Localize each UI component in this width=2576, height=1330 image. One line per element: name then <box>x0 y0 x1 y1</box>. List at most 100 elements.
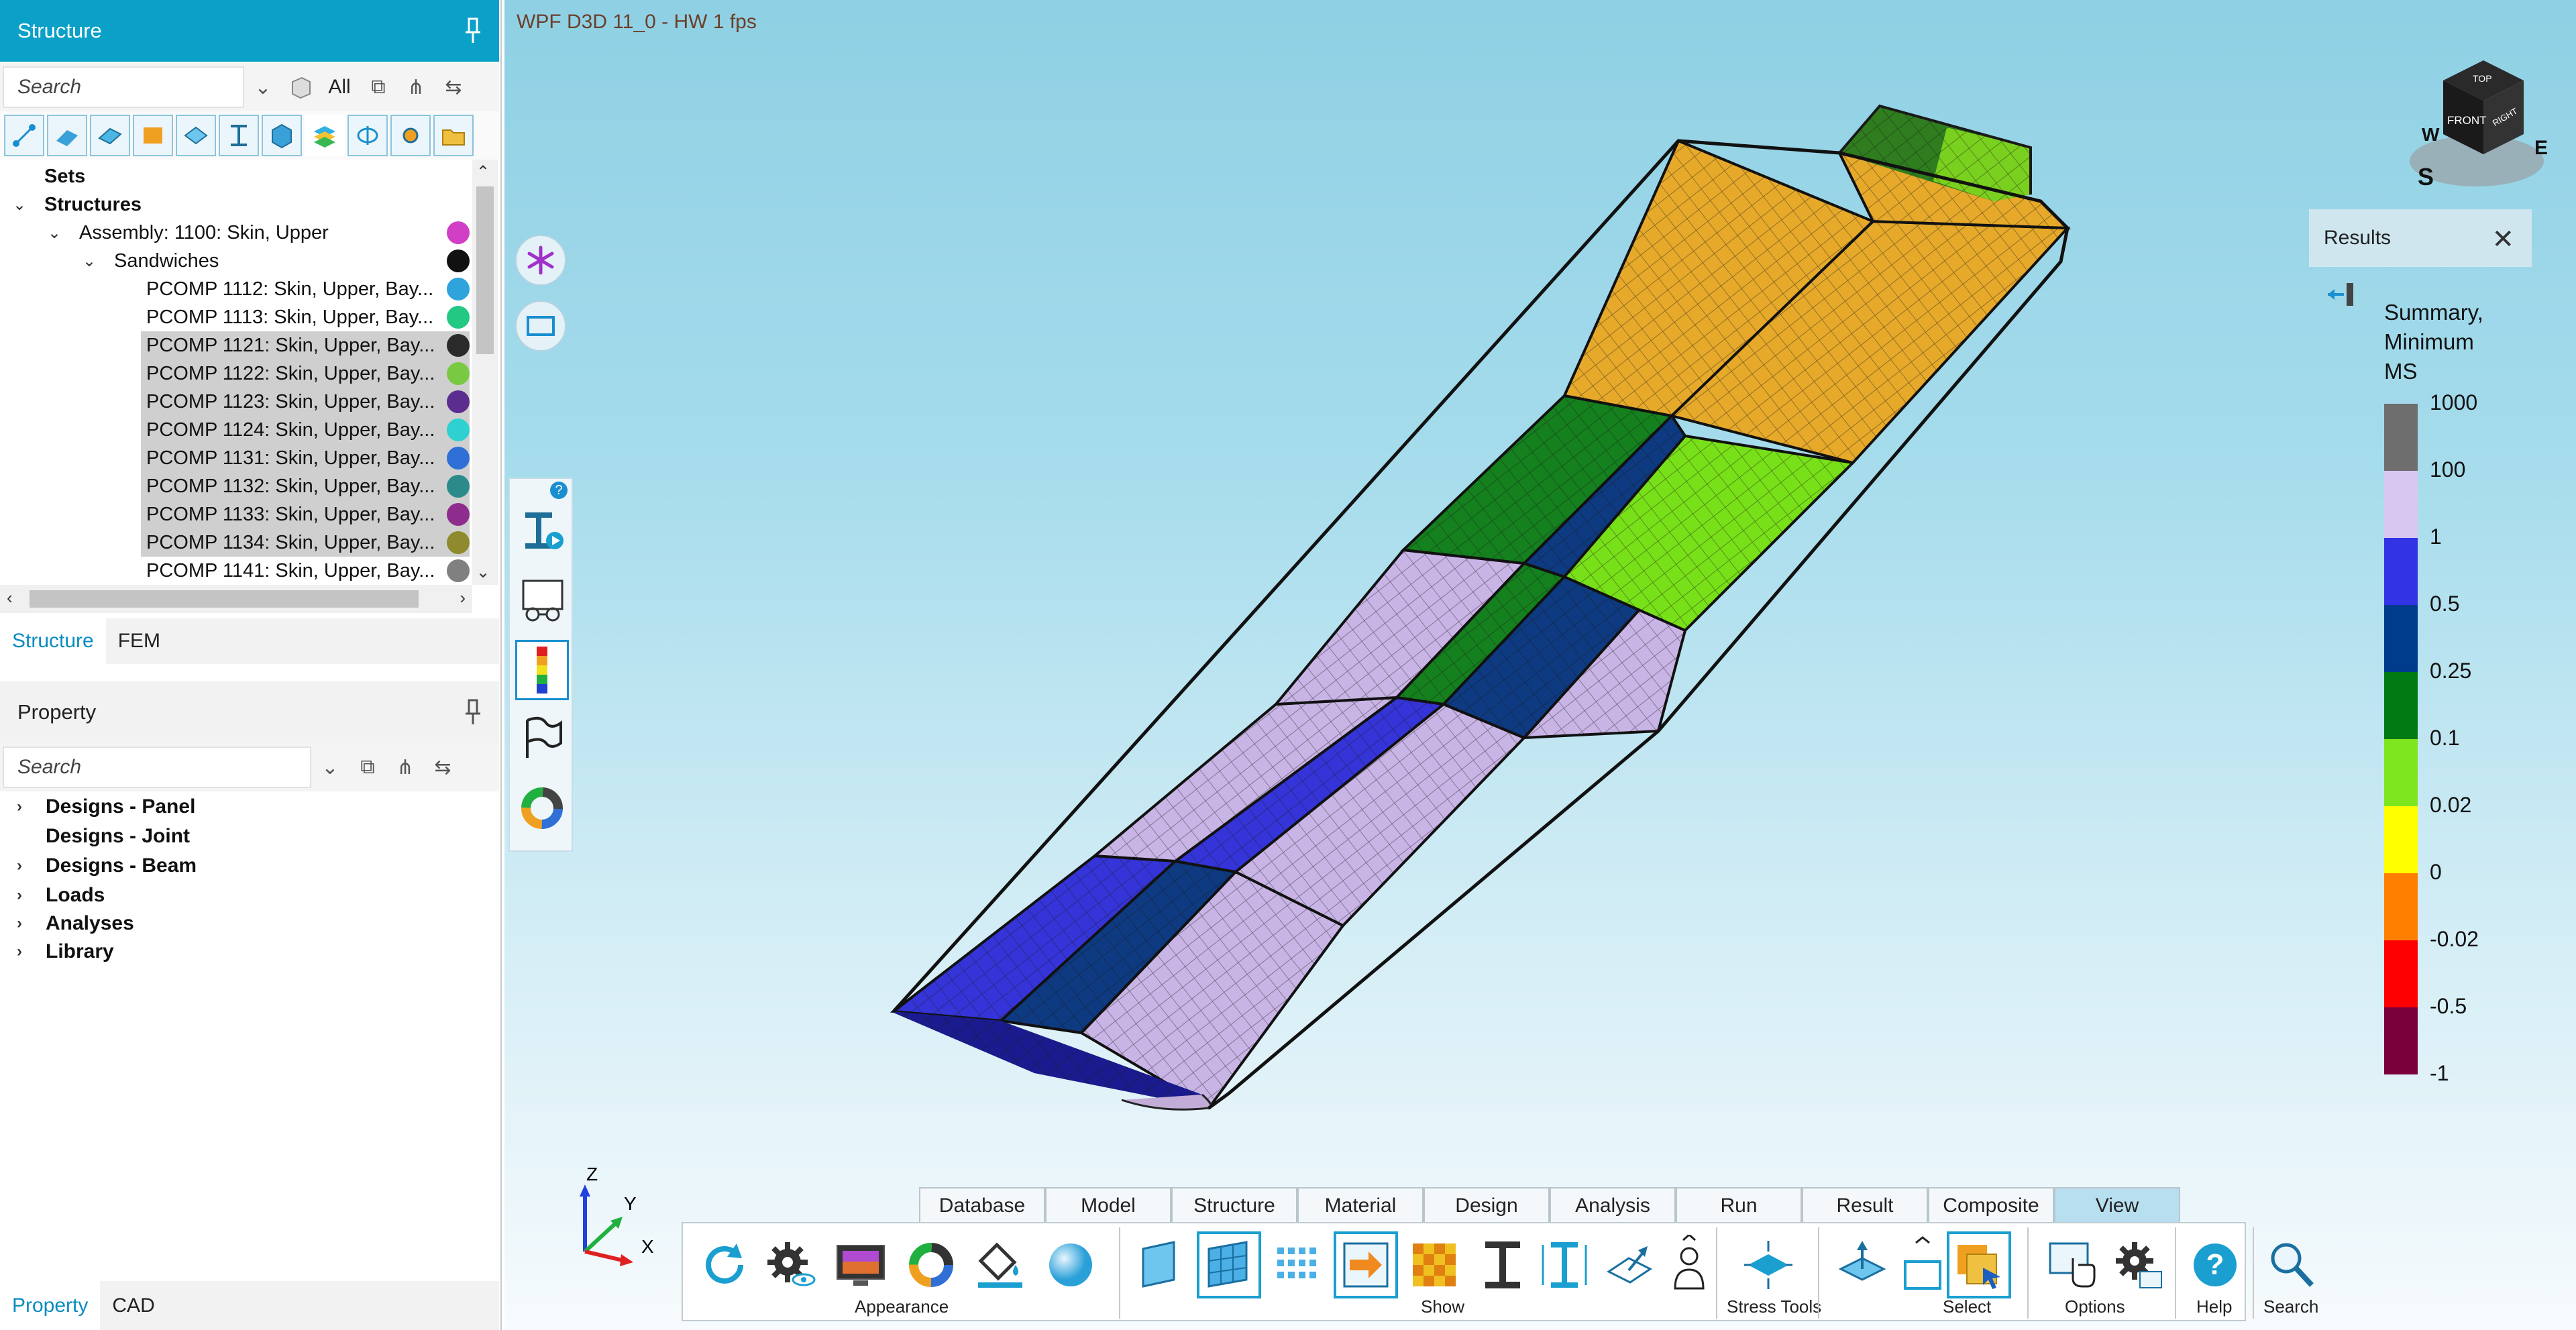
expand-panel-icon[interactable] <box>2325 280 2356 309</box>
collapse-all-icon[interactable]: ⧉ <box>349 746 386 788</box>
tree-node-designs-beam[interactable]: › Designs - Beam <box>9 852 197 880</box>
tree-node-loads[interactable]: › Loads <box>9 881 105 909</box>
sphere-icon[interactable] <box>1038 1231 1103 1298</box>
structure-search-input[interactable]: Search <box>3 66 244 108</box>
vertical-scrollbar[interactable]: ⌃ ⌄ <box>472 160 498 585</box>
tree-node-sets[interactable]: Sets <box>19 162 488 190</box>
tab-material[interactable]: Material <box>1297 1187 1424 1223</box>
list-item[interactable]: PCOMP 1122: Skin, Upper, Bay... <box>141 359 470 388</box>
stress-tools-icon[interactable] <box>1736 1231 1801 1298</box>
show-loads-arrow-icon[interactable] <box>1334 1231 1398 1298</box>
chevron-down-icon[interactable]: ⌄ <box>79 252 99 271</box>
tree-node-library[interactable]: › Library <box>9 938 114 966</box>
options-gear-icon[interactable] <box>2105 1231 2169 1298</box>
show-beam-dims-icon[interactable] <box>1532 1231 1597 1298</box>
list-item[interactable]: PCOMP 1121: Skin, Upper, Bay... <box>141 331 470 359</box>
star-snap-button[interactable] <box>515 235 566 286</box>
pin-icon[interactable] <box>464 17 482 44</box>
paint-bucket-icon[interactable] <box>969 1231 1033 1298</box>
tab-run[interactable]: Run <box>1676 1187 1802 1223</box>
layers-icon[interactable] <box>305 115 345 156</box>
solid-icon[interactable] <box>262 115 302 156</box>
contour-legend-icon[interactable] <box>515 640 569 700</box>
tab-structure[interactable]: Structure <box>1171 1187 1297 1223</box>
select-box-icon[interactable] <box>1890 1231 1955 1298</box>
chevron-down-icon[interactable]: ⌄ <box>244 66 282 108</box>
i-beam-icon[interactable] <box>219 115 259 156</box>
refresh-icon[interactable] <box>692 1231 757 1298</box>
pin-icon[interactable] <box>464 699 482 726</box>
show-checker-icon[interactable] <box>1402 1231 1466 1298</box>
beam-icon[interactable] <box>133 115 173 156</box>
show-plane-arrow-icon[interactable] <box>1597 1231 1661 1298</box>
property-search-input[interactable]: Search <box>3 746 311 788</box>
nodes-icon[interactable] <box>4 115 44 156</box>
display-settings-icon[interactable] <box>829 1231 894 1298</box>
tree-node-designs-joint[interactable]: Designs - Joint <box>9 822 190 850</box>
gear-node-icon[interactable] <box>390 115 431 156</box>
list-item[interactable]: PCOMP 1113: Skin, Upper, Bay... <box>141 303 470 331</box>
show-mesh-icon[interactable] <box>1197 1231 1261 1298</box>
options-touch-icon[interactable] <box>2041 1231 2105 1298</box>
tab-result[interactable]: Result <box>1802 1187 1928 1223</box>
horizontal-scrollbar[interactable]: ‹ › <box>0 585 472 613</box>
monitor-glasses-icon[interactable] <box>515 570 569 630</box>
show-surface-icon[interactable] <box>1128 1231 1193 1298</box>
select-cursor-icon[interactable] <box>1947 1231 2011 1298</box>
tab-property[interactable]: Property <box>0 1281 101 1330</box>
wing-model[interactable] <box>504 0 2576 1330</box>
search-icon[interactable] <box>2259 1231 2324 1298</box>
donut-chart-icon[interactable] <box>515 778 569 838</box>
show-beam-icon[interactable] <box>1470 1231 1535 1298</box>
list-item[interactable]: PCOMP 1131: Skin, Upper, Bay... <box>141 444 470 472</box>
chevron-down-icon[interactable]: ⌄ <box>9 195 30 215</box>
collapse-all-icon[interactable]: ⧉ <box>360 66 397 108</box>
tree-node-assembly[interactable]: ⌄ Assembly: 1100: Skin, Upper <box>44 219 470 247</box>
tab-design[interactable]: Design <box>1424 1187 1550 1223</box>
3d-viewport[interactable]: WPF D3D 11_0 - HW 1 fps ? TOP FRONT RIGH… <box>504 0 2576 1330</box>
beam-play-icon[interactable] <box>515 502 569 562</box>
filter-all-button[interactable]: All <box>319 66 360 108</box>
show-nodes-icon[interactable] <box>1265 1231 1330 1298</box>
list-item[interactable]: PCOMP 1132: Skin, Upper, Bay... <box>141 472 470 500</box>
hierarchy-icon[interactable]: ⋔ <box>397 66 435 108</box>
chevron-down-icon[interactable]: ⌄ <box>311 746 349 788</box>
list-item[interactable]: PCOMP 1134: Skin, Upper, Bay... <box>141 529 470 557</box>
panel-icon[interactable] <box>47 115 87 156</box>
help-small-icon[interactable]: ? <box>550 482 568 499</box>
tab-analysis[interactable]: Analysis <box>1550 1187 1676 1223</box>
cube-filter-icon[interactable] <box>282 66 319 108</box>
close-icon[interactable]: ✕ <box>2491 224 2514 255</box>
tab-structure[interactable]: Structure <box>0 618 106 664</box>
gear-eye-icon[interactable] <box>759 1231 824 1298</box>
list-item[interactable]: PCOMP 1124: Skin, Upper, Bay... <box>141 416 470 444</box>
chevron-down-icon[interactable]: ⌄ <box>44 223 64 243</box>
hierarchy-icon[interactable]: ⋔ <box>386 746 424 788</box>
list-item[interactable]: PCOMP 1133: Skin, Upper, Bay... <box>141 500 470 529</box>
help-icon[interactable]: ? <box>2183 1231 2247 1298</box>
tab-database[interactable]: Database <box>919 1187 1045 1223</box>
plate-icon[interactable] <box>90 115 130 156</box>
surface-icon[interactable] <box>176 115 216 156</box>
tree-node-designs-panel[interactable]: › Designs - Panel <box>9 793 195 821</box>
tree-node-analyses[interactable]: › Analyses <box>9 909 134 938</box>
list-item[interactable]: PCOMP 1123: Skin, Upper, Bay... <box>141 388 470 416</box>
swap-icon[interactable]: ⇆ <box>424 746 462 788</box>
tab-model[interactable]: Model <box>1045 1187 1171 1223</box>
tab-fem[interactable]: FEM <box>106 618 172 664</box>
flag-icon[interactable] <box>515 708 569 769</box>
show-person-icon[interactable] <box>1657 1231 1721 1298</box>
folder-icon[interactable] <box>433 115 474 156</box>
tree-node-sandwiches[interactable]: ⌄ Sandwiches <box>79 247 470 275</box>
view-cube[interactable]: TOP FRONT RIGHT W S E <box>2403 47 2551 195</box>
color-wheel-icon[interactable] <box>899 1231 963 1298</box>
fastener-icon[interactable] <box>347 115 388 156</box>
list-item[interactable]: PCOMP 1141: Skin, Upper, Bay... <box>141 557 470 585</box>
select-plane-icon[interactable] <box>1830 1231 1894 1298</box>
tab-cad[interactable]: CAD <box>100 1281 166 1330</box>
tab-view[interactable]: View <box>2054 1187 2180 1223</box>
tree-node-structures[interactable]: ⌄ Structures <box>9 190 479 219</box>
list-item[interactable]: PCOMP 1112: Skin, Upper, Bay... <box>141 275 470 303</box>
tab-composite[interactable]: Composite <box>1928 1187 2054 1223</box>
fit-view-button[interactable] <box>515 300 566 351</box>
